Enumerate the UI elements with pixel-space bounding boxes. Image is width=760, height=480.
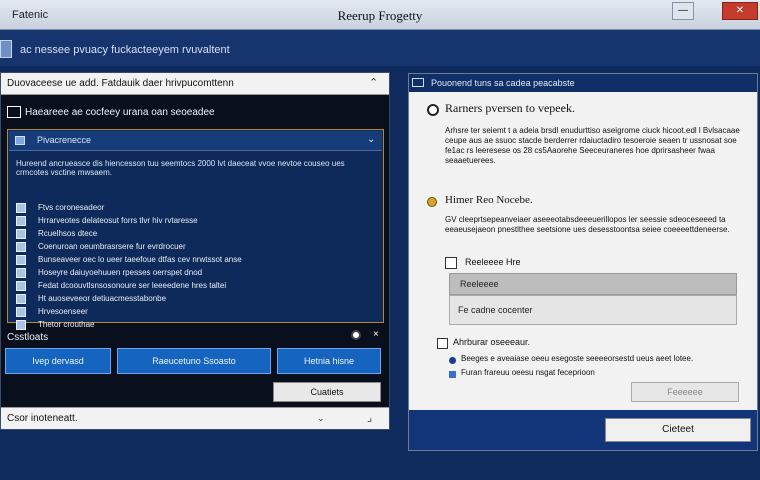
list-item[interactable]: Hrvesoenseer — [16, 306, 376, 319]
file-icon — [16, 294, 26, 304]
left-window-header: Duovaceese ue add. Fatdauik daer hrivpuc… — [1, 73, 389, 95]
action-button-1[interactable]: Ivep dervasd — [5, 348, 111, 374]
list-item[interactable]: Ht auoseveeor detiuacmesstabonbe — [16, 293, 376, 306]
section-label: Csstloats — [7, 332, 49, 343]
desktop-text: ac nessee pvuacy fuckacteeyem rvuvaltent — [20, 44, 230, 56]
title-bar: Fatenic Reerup Frogetty — ✕ — [0, 0, 760, 30]
checkbox-label: Ahrburar oseeeaur. — [453, 337, 531, 347]
window-icon — [15, 136, 25, 145]
dropdown-select[interactable]: Reeleeee — [449, 273, 737, 295]
file-icon — [16, 307, 26, 317]
list-panel-description: Hureend ancrueasce dis hiencesson tuu se… — [16, 159, 345, 177]
window-title: Reerup Frogetty — [337, 8, 423, 23]
dropdown-option-label: Fe cadne cocenter — [458, 305, 533, 315]
dropdown-option[interactable]: Fe cadne cocenter — [449, 295, 737, 325]
list-item[interactable]: Hoseyre daiuyoehuuen rpesses oerrspet dn… — [16, 267, 376, 280]
list-panel-header: Pivacrenecce ⌄ — [9, 131, 382, 151]
dialog-footer: Cieteet — [409, 410, 757, 450]
bullet-text: Furan frareuu oeesu nsgat feceprioon — [461, 368, 595, 377]
properties-dialog: Pouonend tuns sa cadea peacabste Rarners… — [408, 73, 758, 451]
disabled-button[interactable]: Feeeeee — [631, 382, 739, 402]
dialog-description: Arhsre ter seiemt t a adeia brsdl enudur… — [445, 126, 740, 165]
checkbox[interactable] — [437, 338, 448, 349]
file-icon — [16, 268, 26, 278]
chevron-down-icon[interactable]: ⌄ — [367, 134, 375, 145]
gear-icon[interactable] — [351, 330, 361, 340]
section-title: Himer Reo Nocebe. — [445, 194, 533, 206]
cancel-button[interactable]: Cuatiets — [273, 382, 381, 402]
list-item[interactable]: Ftvs coronesadeor — [16, 202, 376, 215]
dropdown-value: Reeleeee — [460, 279, 499, 289]
left-window-subheader: Haeareee ae cocfeey urana oan seoeadee — [25, 107, 215, 118]
left-window-header-text: Duovaceese ue add. Fatdauik daer hrivpuc… — [7, 78, 234, 89]
file-icon — [16, 216, 26, 226]
list-item[interactable]: Bunseaveer oec lo ueer taeefoue dtfas ce… — [16, 254, 376, 267]
file-icon — [16, 242, 26, 252]
list-item[interactable]: Fedat dcoouvtlsnsosonoure ser leeeedene … — [16, 280, 376, 293]
square-bullet-icon — [449, 371, 456, 378]
close-icon[interactable]: × — [373, 329, 379, 340]
cancel-button[interactable]: Cieteet — [605, 418, 751, 442]
left-window: Duovaceese ue add. Fatdauik daer hrivpuc… — [0, 72, 390, 430]
folder-icon — [7, 106, 21, 118]
chevron-up-icon[interactable]: ⌃ — [369, 76, 378, 89]
left-window-footer: Csor inoteneatt. ⌄ ⌟ — [1, 407, 389, 429]
file-icon — [16, 281, 26, 291]
list-item[interactable]: Thetor crouthae — [16, 319, 376, 332]
file-icon — [16, 320, 26, 330]
window-icon — [412, 78, 424, 87]
file-icon — [16, 229, 26, 239]
close-button[interactable]: ✕ — [722, 2, 758, 20]
bullet-text: Beeges e aveaiase oeeu esegoste seeeeors… — [461, 354, 694, 363]
list-item[interactable]: Rcuelhsos dtece — [16, 228, 376, 241]
section-description: GV cleeprtsepeanveiaer aseeeotabsdeeeuer… — [445, 215, 730, 234]
action-button-3[interactable]: Hetnia hisne — [277, 348, 381, 374]
checkbox-label: Reeleeee Hre — [465, 257, 521, 267]
list-panel-title: Pivacrenecce — [37, 135, 92, 145]
list-item[interactable]: Coenuroan oeumbrasrsere fur evrdrocuer — [16, 241, 376, 254]
folder-icon[interactable] — [0, 40, 12, 58]
radio-option[interactable] — [427, 104, 439, 116]
tick-mark-icon: ⌄ — [317, 413, 325, 423]
resize-grip-icon[interactable]: ⌟ — [367, 411, 372, 424]
key-icon — [427, 197, 437, 207]
dialog-header: Pouonend tuns sa cadea peacabste — [409, 74, 757, 92]
checkbox[interactable] — [445, 257, 457, 269]
footer-text: Csor inoteneatt. — [7, 413, 78, 424]
radio-bullet-icon[interactable] — [449, 357, 456, 364]
file-icon — [16, 255, 26, 265]
dialog-title: Rarners pversen to vepeek. — [445, 101, 575, 115]
list-panel: Pivacrenecce ⌄ Hureend ancrueasce dis hi… — [7, 129, 384, 330]
minimize-button[interactable]: — — [672, 2, 694, 20]
action-button-2[interactable]: Raeucetuno Ssoasto — [117, 348, 271, 374]
list-item[interactable]: Hrrarveotes delateosut forrs tlvr hiv rv… — [16, 215, 376, 228]
dialog-header-text: Pouonend tuns sa cadea peacabste — [431, 78, 575, 88]
file-icon — [16, 203, 26, 213]
